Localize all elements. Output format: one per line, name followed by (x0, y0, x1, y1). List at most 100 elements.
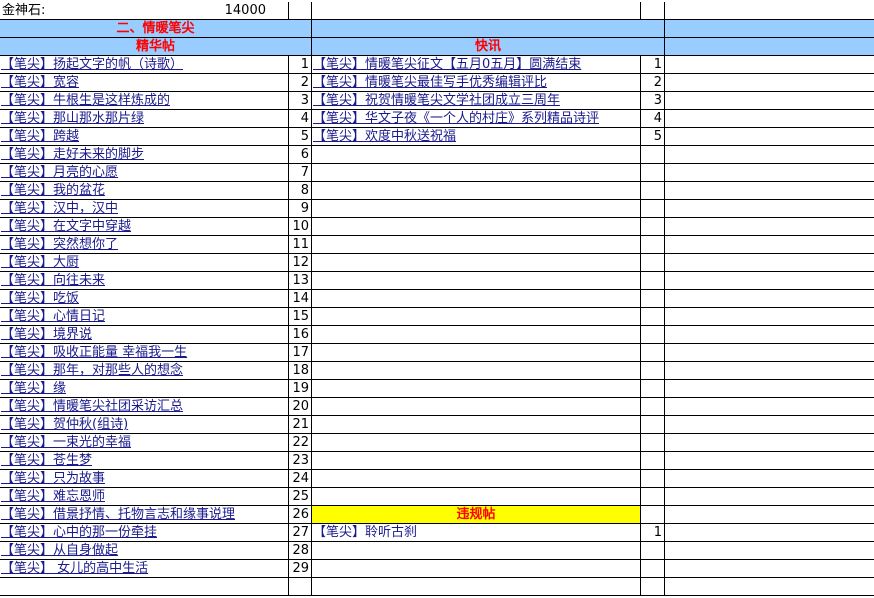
top-empty-cell[interactable] (312, 2, 641, 20)
jinghua-num[interactable]: 24 (289, 470, 312, 488)
empty-cell[interactable] (312, 290, 641, 308)
top-cell[interactable]: 金神石: 14000 (0, 2, 289, 20)
jinghua-cell[interactable]: 【笔尖】宽容 (0, 74, 289, 92)
empty-cell[interactable] (665, 560, 874, 578)
empty-cell[interactable] (641, 542, 665, 560)
jinghua-link[interactable]: 【笔尖】缘 (0, 381, 66, 396)
jinghua-num[interactable]: 19 (289, 380, 312, 398)
kuaixun-cell[interactable]: 【笔尖】华文子夜《一个人的村庄》系列精品诗评 (312, 110, 641, 128)
jinghua-link[interactable]: 【笔尖】在文字中穿越 (0, 219, 131, 234)
jinghua-num[interactable]: 26 (289, 506, 312, 524)
empty-cell[interactable] (665, 236, 874, 254)
jinghua-cell[interactable]: 【笔尖】缘 (0, 380, 289, 398)
top-empty-cell[interactable] (665, 2, 874, 20)
jinghua-num[interactable]: 18 (289, 362, 312, 380)
empty-cell[interactable] (641, 398, 665, 416)
empty-cell[interactable] (312, 182, 641, 200)
empty-cell[interactable] (641, 290, 665, 308)
jinghua-cell[interactable]: 【笔尖】一束光的幸福 (0, 434, 289, 452)
kuaixun-cell[interactable]: 【笔尖】欢度中秋送祝福 (312, 128, 641, 146)
empty-cell[interactable] (641, 452, 665, 470)
jinghua-link[interactable]: 【笔尖】借景抒情、托物言志和缘事说理 (0, 507, 235, 522)
empty-cell[interactable] (312, 560, 641, 578)
jinghua-num[interactable]: 29 (289, 560, 312, 578)
empty-cell[interactable] (312, 380, 641, 398)
empty-cell[interactable] (665, 452, 874, 470)
section-blank[interactable] (665, 20, 874, 38)
kuaixun-cell[interactable]: 【笔尖】祝贺情暖笔尖文学社团成立三周年 (312, 92, 641, 110)
jinghua-link[interactable]: 【笔尖】我的盆花 (0, 183, 105, 198)
empty-cell[interactable] (312, 416, 641, 434)
empty-cell[interactable] (312, 200, 641, 218)
jinghua-link[interactable]: 【笔尖】情暖笔尖社团采访汇总 (0, 399, 183, 414)
empty-cell[interactable] (665, 470, 874, 488)
jinghua-link[interactable]: 【笔尖】吃饭 (0, 291, 79, 306)
empty-cell[interactable] (641, 362, 665, 380)
empty-cell[interactable] (641, 272, 665, 290)
empty-cell[interactable] (312, 362, 641, 380)
jinghua-cell[interactable]: 【笔尖】苍生梦 (0, 452, 289, 470)
empty-cell[interactable] (665, 524, 874, 542)
jinghua-cell[interactable]: 【笔尖】境界说 (0, 326, 289, 344)
jinghua-cell[interactable]: 【笔尖】吸收正能量 幸福我一生 (0, 344, 289, 362)
jinghua-cell[interactable]: 【笔尖】从自身做起 (0, 542, 289, 560)
section-title[interactable]: 二、情暖笔尖 (0, 20, 312, 38)
jinghua-cell[interactable]: 【笔尖】 女儿的高中生活 (0, 560, 289, 578)
jinghua-cell[interactable]: 【笔尖】大厨 (0, 254, 289, 272)
empty-cell[interactable] (641, 470, 665, 488)
jinghua-cell[interactable]: 【笔尖】那年，对那些人的想念 (0, 362, 289, 380)
jinghua-cell[interactable]: 【笔尖】心情日记 (0, 308, 289, 326)
jinghua-num[interactable]: 9 (289, 200, 312, 218)
jinghua-cell[interactable]: 【笔尖】汉中，汉中 (0, 200, 289, 218)
jinghua-link[interactable]: 【笔尖】只为故事 (0, 471, 105, 486)
jinghua-link[interactable]: 【笔尖】扬起文字的帆（诗歌） (0, 57, 183, 72)
jinghua-link[interactable]: 【笔尖】宽容 (0, 75, 79, 90)
jinghua-cell[interactable]: 【笔尖】向往未来 (0, 272, 289, 290)
jinghua-num[interactable]: 3 (289, 92, 312, 110)
jinghua-num[interactable]: 8 (289, 182, 312, 200)
empty-cell[interactable] (312, 434, 641, 452)
jinghua-num[interactable]: 21 (289, 416, 312, 434)
jinghua-cell[interactable]: 【笔尖】在文字中穿越 (0, 218, 289, 236)
jinghua-cell[interactable]: 【笔尖】贺仲秋(组诗) (0, 416, 289, 434)
empty-cell[interactable] (665, 380, 874, 398)
empty-cell[interactable] (665, 272, 874, 290)
empty-cell[interactable] (641, 218, 665, 236)
jinghua-num[interactable]: 7 (289, 164, 312, 182)
jinghua-link[interactable]: 【笔尖】跨越 (0, 129, 79, 144)
jinghua-num[interactable]: 10 (289, 218, 312, 236)
empty-cell[interactable] (665, 362, 874, 380)
jinghua-num[interactable]: 23 (289, 452, 312, 470)
kuaixun-num[interactable]: 2 (641, 74, 665, 92)
violation-link[interactable]: 【笔尖】聆听古刹 (312, 525, 417, 540)
jinghua-link[interactable]: 【笔尖】一束光的幸福 (0, 435, 131, 450)
empty-cell[interactable] (641, 416, 665, 434)
jinghua-num[interactable]: 25 (289, 488, 312, 506)
kuaixun-cell[interactable]: 【笔尖】情暖笔尖征文【五月0五月】圆满结束 (312, 56, 641, 74)
jinghua-link[interactable]: 【笔尖】难忘恩师 (0, 489, 105, 504)
jinghua-link[interactable]: 【笔尖】牛根生是这样炼成的 (0, 93, 170, 108)
jinghua-num[interactable]: 4 (289, 110, 312, 128)
empty-cell[interactable] (665, 254, 874, 272)
violation-header[interactable]: 违规帖 (312, 506, 641, 524)
jinghua-link[interactable]: 【笔尖】走好未来的脚步 (0, 147, 144, 162)
kuaixun-link[interactable]: 【笔尖】情暖笔尖征文【五月0五月】圆满结束 (312, 57, 581, 72)
jinghua-header[interactable]: 精华帖 (0, 38, 312, 56)
empty-cell[interactable] (665, 488, 874, 506)
empty-cell[interactable] (312, 344, 641, 362)
violation-cell[interactable]: 【笔尖】聆听古刹 (312, 524, 641, 542)
empty-cell[interactable] (641, 434, 665, 452)
jinghua-num[interactable]: 6 (289, 146, 312, 164)
jinghua-link[interactable]: 【笔尖】 女儿的高中生活 (0, 561, 148, 576)
jinghua-link[interactable]: 【笔尖】大厨 (0, 255, 79, 270)
jinghua-num[interactable]: 12 (289, 254, 312, 272)
empty-cell[interactable] (641, 254, 665, 272)
jinghua-link[interactable]: 【笔尖】境界说 (0, 327, 92, 342)
empty-cell[interactable] (312, 146, 641, 164)
jinghua-num[interactable]: 28 (289, 542, 312, 560)
jinghua-cell[interactable]: 【笔尖】我的盆花 (0, 182, 289, 200)
empty-cell[interactable] (312, 326, 641, 344)
jinghua-cell[interactable]: 【笔尖】走好未来的脚步 (0, 146, 289, 164)
empty-cell[interactable] (312, 164, 641, 182)
empty-cell[interactable] (665, 344, 874, 362)
